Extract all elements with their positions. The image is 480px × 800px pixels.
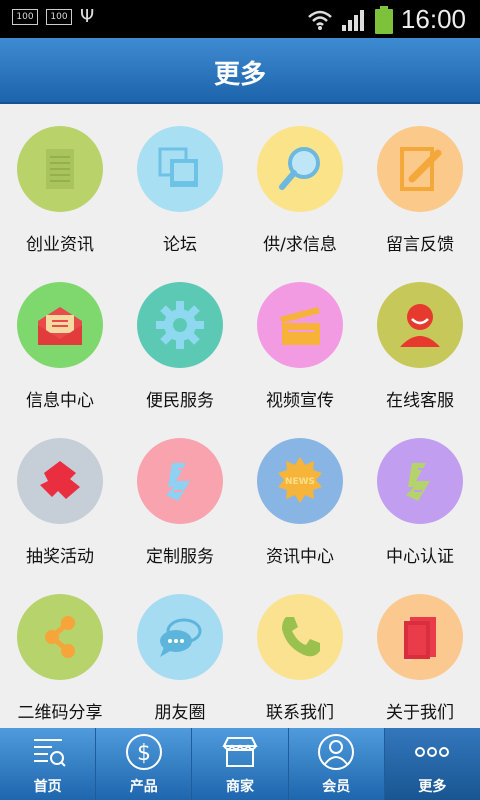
wifi-icon <box>308 10 332 30</box>
grid-item-label: 信息中心 <box>26 391 94 411</box>
page-header: 更多 <box>0 38 480 104</box>
tab-members[interactable]: 会员 <box>289 728 385 800</box>
more-dots-icon <box>415 747 450 757</box>
grid-item-startup-news[interactable]: 创业资讯 <box>0 104 120 260</box>
grid-item-label: 创业资讯 <box>26 235 94 255</box>
certify-icon <box>406 463 430 501</box>
grid-item-message-center[interactable]: 信息中心 <box>0 260 120 416</box>
grid-item-online-service[interactable]: 在线客服 <box>360 260 480 416</box>
grid-item-qr-share[interactable]: 二维码分享 <box>0 572 120 728</box>
grid-item-label: 在线客服 <box>386 391 454 411</box>
grid-item-label: 资讯中心 <box>266 547 334 567</box>
grid-item-circle <box>257 594 343 680</box>
tab-label: 产品 <box>129 779 158 795</box>
forum-icon <box>158 147 198 187</box>
edit-icon <box>400 147 442 191</box>
status-bar-right: 16:00 <box>307 4 466 35</box>
tab-label: 会员 <box>322 779 351 795</box>
clock: 16:00 <box>400 4 466 34</box>
tab-more[interactable]: 更多 <box>384 728 480 800</box>
document-icon <box>46 149 74 189</box>
magnifier-icon <box>279 147 320 190</box>
status-bar: 100 100 Ψ 16:00 <box>0 0 480 38</box>
mail-icon <box>38 307 82 345</box>
grid-item-news-center[interactable]: NEWS 资讯中心 <box>240 416 360 572</box>
signal-icon <box>341 9 364 31</box>
battery-icon <box>374 5 393 34</box>
puzzle-icon <box>40 461 80 499</box>
tab-label: 更多 <box>418 779 447 795</box>
news-badge-icon: NEWS <box>278 457 322 503</box>
tab-products[interactable]: $ 产品 <box>96 728 193 800</box>
custom-service-icon <box>166 463 190 501</box>
grid-item-label: 关于我们 <box>386 703 454 723</box>
grid-item-label: 朋友圈 <box>154 703 206 723</box>
grid-item-certification[interactable]: 中心认证 <box>360 416 480 572</box>
grid-item-label: 联系我们 <box>266 703 334 723</box>
grid-item-label: 视频宣传 <box>266 391 334 411</box>
page-title: 更多 <box>213 60 266 90</box>
grid-item-circle <box>377 438 463 524</box>
grid-item-label: 抽奖活动 <box>26 547 94 567</box>
tab-label: 商家 <box>226 779 254 795</box>
grid-item-circle <box>257 282 343 368</box>
tab-label: 首页 <box>33 779 62 795</box>
grid-item-moments[interactable]: 朋友圈 <box>120 572 240 728</box>
grid-item-supply-demand[interactable]: 供/求信息 <box>240 104 360 260</box>
phone-icon <box>282 617 320 657</box>
grid-item-contact-us[interactable]: 联系我们 <box>240 572 360 728</box>
member-icon <box>318 734 355 770</box>
grid-item-circle <box>137 126 223 212</box>
grid-item-label: 留言反馈 <box>386 235 454 255</box>
chat-bubble-icon <box>160 618 202 657</box>
grid-item-circle <box>377 126 463 212</box>
grid-item-circle <box>257 126 343 212</box>
share-icon <box>45 616 75 658</box>
grid-item-circle <box>17 282 103 368</box>
clapboard-icon <box>280 307 320 345</box>
book-icon <box>404 617 436 661</box>
grid-item-circle <box>137 594 223 680</box>
battery-percent-icon: 100 <box>12 9 38 25</box>
grid-item-label: 中心认证 <box>386 547 454 567</box>
grid-item-circle: NEWS <box>257 438 343 524</box>
grid-item-feedback[interactable]: 留言反馈 <box>360 104 480 260</box>
grid-item-circle <box>377 594 463 680</box>
grid-item-label: 便民服务 <box>146 391 214 411</box>
grid-item-circle <box>17 438 103 524</box>
grid-item-circle <box>17 594 103 680</box>
store-icon <box>222 737 258 767</box>
feature-grid: 创业资讯 论坛 供/求信息 留言反馈 信息中心 便民服务 视频宣传 在线客服 抽… <box>0 104 480 728</box>
grid-item-circle <box>377 282 463 368</box>
grid-item-convenience-service[interactable]: 便民服务 <box>120 260 240 416</box>
grid-item-about-us[interactable]: 关于我们 <box>360 572 480 728</box>
bottom-tab-bar: 首页 $ 产品 商家 会员 更多 <box>0 728 480 800</box>
svg-text:$: $ <box>137 741 151 766</box>
grid-item-custom-service[interactable]: 定制服务 <box>120 416 240 572</box>
home-list-icon <box>33 739 66 767</box>
usb-icon: Ψ <box>80 6 95 27</box>
grid-item-forum[interactable]: 论坛 <box>120 104 240 260</box>
tab-home[interactable]: 首页 <box>0 728 97 800</box>
grid-item-label: 论坛 <box>163 235 197 255</box>
grid-item-circle <box>137 438 223 524</box>
grid-item-circle <box>17 126 103 212</box>
grid-item-lottery[interactable]: 抽奖活动 <box>0 416 120 572</box>
dollar-icon: $ <box>125 734 162 770</box>
status-bar-left: 100 100 Ψ <box>12 6 95 27</box>
grid-item-label: 定制服务 <box>146 547 214 567</box>
grid-item-video-promo[interactable]: 视频宣传 <box>240 260 360 416</box>
person-icon <box>400 304 440 347</box>
svg-text:NEWS: NEWS <box>285 477 315 487</box>
grid-item-label: 二维码分享 <box>17 703 103 723</box>
tab-merchants[interactable]: 商家 <box>192 728 289 800</box>
grid-item-circle <box>137 282 223 368</box>
grid-item-label: 供/求信息 <box>263 235 337 255</box>
battery-percent-icon-2: 100 <box>46 9 72 25</box>
gear-icon <box>156 301 204 349</box>
